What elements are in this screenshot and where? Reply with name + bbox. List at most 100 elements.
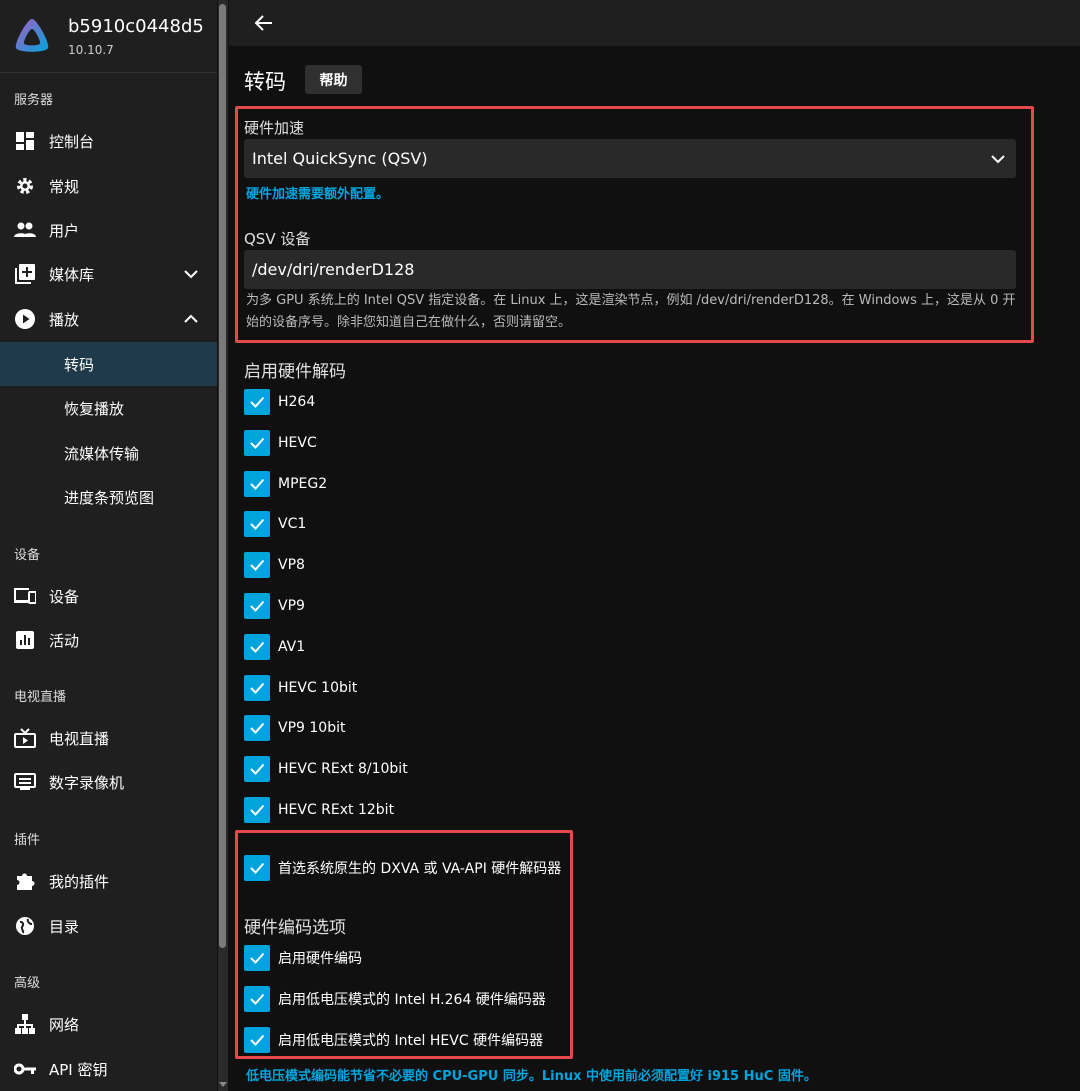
check-icon — [250, 763, 265, 775]
section-livetv: 电视直播 — [14, 690, 67, 705]
codec-checkbox-row[interactable]: VP9 — [244, 593, 305, 619]
dvr-icon — [14, 771, 36, 793]
checkbox-checked[interactable] — [244, 430, 270, 456]
server-name: b5910c0448d5 — [68, 16, 204, 37]
sidebar-item-label: 网络 — [49, 1015, 80, 1034]
checkbox-label: VP8 — [278, 557, 305, 573]
section-plugins: 插件 — [14, 833, 41, 848]
sidebar-item-label: 控制台 — [49, 132, 95, 151]
checkbox-label: H264 — [278, 394, 316, 410]
back-arrow-icon[interactable] — [252, 11, 276, 35]
play-circle-icon — [14, 308, 36, 330]
globe-icon — [14, 915, 36, 937]
check-icon — [250, 518, 265, 530]
sidebar-item-general[interactable]: 常规 — [0, 164, 217, 208]
sidebar-item-apikeys[interactable]: API 密钥 — [0, 1047, 217, 1091]
sidebar-item-playback[interactable]: 播放 — [0, 297, 217, 341]
sidebar-item-libraries[interactable]: 媒体库 — [0, 252, 217, 296]
check-icon — [250, 559, 265, 571]
sidebar-item-label: 数字录像机 — [49, 773, 125, 792]
checkbox-checked[interactable] — [244, 715, 270, 741]
check-icon — [250, 641, 265, 653]
checkbox-label: VP9 10bit — [278, 720, 346, 736]
sidebar-item-label: 目录 — [49, 917, 80, 936]
checkbox-checked[interactable] — [244, 471, 270, 497]
checkbox-checked[interactable] — [244, 756, 270, 782]
puzzle-icon — [14, 870, 36, 892]
check-icon — [250, 722, 265, 734]
sidebar-item-dvr[interactable]: 数字录像机 — [0, 760, 217, 804]
checkbox-checked[interactable] — [244, 552, 270, 578]
sidebar-item-label: 电视直播 — [49, 729, 110, 748]
checkbox-label: MPEG2 — [278, 476, 328, 492]
sidebar-scrollbar-thumb[interactable] — [219, 4, 226, 948]
codec-checkbox-row[interactable]: AV1 — [244, 634, 305, 660]
checkbox-label: HEVC 10bit — [278, 680, 358, 696]
codec-checkbox-row[interactable]: HEVC RExt 8/10bit — [244, 756, 408, 782]
checkbox-label: HEVC RExt 8/10bit — [278, 761, 408, 777]
section-server: 服务器 — [14, 93, 54, 108]
check-icon — [250, 600, 265, 612]
low-power-note: 低电压模式编码能节省不必要的 CPU-GPU 同步。Linux 中使用前必须配置… — [246, 1069, 817, 1084]
help-button[interactable]: 帮助 — [305, 65, 362, 94]
chevron-down-icon — [184, 270, 198, 279]
checkbox-label: VP9 — [278, 598, 305, 614]
checkbox-checked[interactable] — [244, 797, 270, 823]
page-title: 转码 — [244, 70, 286, 94]
checkbox-label: VC1 — [278, 516, 307, 532]
sidebar-item-resume[interactable]: 恢复播放 — [0, 386, 217, 430]
checkbox-checked[interactable] — [244, 511, 270, 537]
codec-checkbox-row[interactable]: HEVC 10bit — [244, 675, 357, 701]
sidebar-item-catalog[interactable]: 目录 — [0, 904, 217, 948]
checkbox-label: AV1 — [278, 639, 306, 655]
codec-checkbox-row[interactable]: MPEG2 — [244, 471, 327, 497]
activity-chart-icon — [14, 629, 36, 651]
checkbox-checked[interactable] — [244, 675, 270, 701]
jellyfin-logo-icon — [15, 19, 49, 52]
library-add-icon — [14, 263, 36, 285]
sidebar: b5910c0448d5 10.10.7 服务器 控制台 常规 用户 媒体库 播… — [0, 0, 217, 1091]
checkbox-checked[interactable] — [244, 389, 270, 415]
sidebar-item-livetv[interactable]: 电视直播 — [0, 716, 217, 760]
codec-checkbox-row[interactable]: VC1 — [244, 511, 306, 537]
sidebar-item-label: 播放 — [49, 310, 80, 329]
checkbox-label: HEVC RExt 12bit — [278, 802, 395, 818]
codec-checkbox-row[interactable]: VP8 — [244, 552, 305, 578]
server-version: 10.10.7 — [68, 43, 114, 57]
sidebar-item-streaming[interactable]: 流媒体传输 — [0, 431, 217, 475]
scroll-down-arrow-icon[interactable] — [219, 1080, 227, 1088]
sidebar-item-activity[interactable]: 活动 — [0, 618, 217, 662]
checkbox-checked[interactable] — [244, 593, 270, 619]
sidebar-item-users[interactable]: 用户 — [0, 208, 217, 252]
sidebar-header[interactable]: b5910c0448d5 10.10.7 — [0, 0, 217, 73]
sidebar-item-label: 设备 — [49, 587, 80, 606]
codec-checkbox-row[interactable]: H264 — [244, 389, 315, 415]
sidebar-item-networking[interactable]: 网络 — [0, 1002, 217, 1046]
sidebar-item-dashboard[interactable]: 控制台 — [0, 119, 217, 163]
section-devices: 设备 — [14, 548, 41, 563]
codec-checkbox-row[interactable]: HEVC — [244, 430, 317, 456]
checkbox-label: HEVC — [278, 435, 317, 451]
sidebar-item-devices[interactable]: 设备 — [0, 574, 217, 618]
sidebar-item-label: 媒体库 — [49, 265, 95, 284]
people-icon — [14, 219, 36, 241]
check-icon — [250, 478, 265, 490]
check-icon — [250, 437, 265, 449]
sidebar-item-label: 我的插件 — [49, 872, 110, 891]
devices-icon — [14, 585, 36, 607]
codec-checkbox-row[interactable]: HEVC RExt 12bit — [244, 797, 394, 823]
chevron-up-icon — [184, 314, 198, 323]
codec-checkbox-row[interactable]: VP9 10bit — [244, 715, 345, 741]
top-bar — [229, 0, 1080, 46]
sidebar-item-trickplay[interactable]: 进度条预览图 — [0, 475, 217, 519]
dashboard-icon — [14, 130, 36, 152]
sidebar-item-label: 活动 — [49, 631, 80, 650]
sidebar-item-myplugins[interactable]: 我的插件 — [0, 859, 217, 903]
live-tv-icon — [14, 727, 36, 749]
key-icon — [14, 1058, 36, 1080]
hw-decode-title: 启用硬件解码 — [244, 362, 346, 382]
highlight-box-hw-accel — [235, 106, 1034, 343]
sidebar-item-label: 用户 — [49, 221, 80, 240]
sidebar-item-transcoding[interactable]: 转码 — [0, 342, 217, 386]
checkbox-checked[interactable] — [244, 634, 270, 660]
